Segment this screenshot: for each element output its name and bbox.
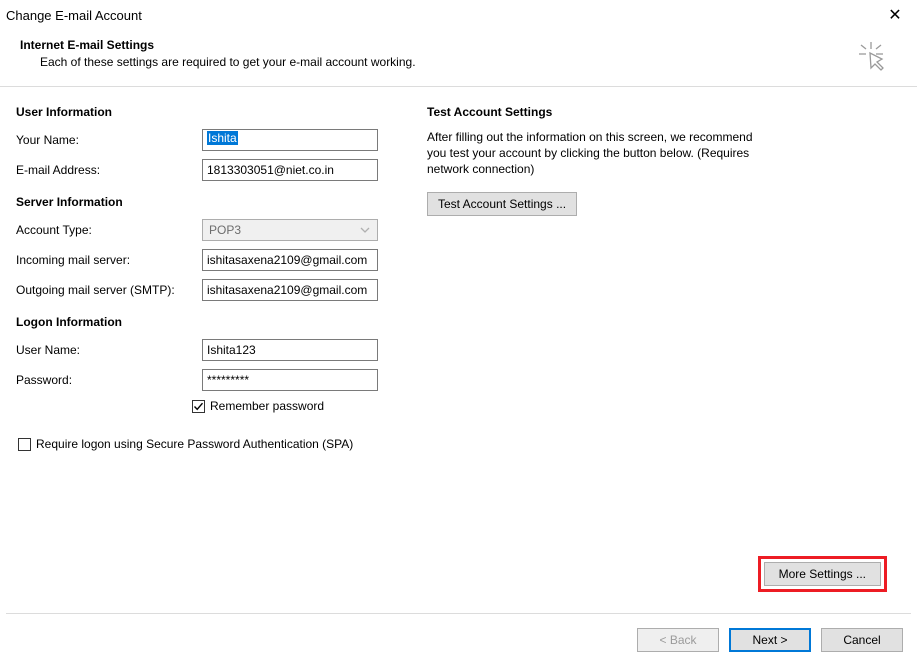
- section-user-information: User Information: [16, 105, 421, 119]
- label-spa: Require logon using Secure Password Auth…: [36, 437, 353, 451]
- header-title: Internet E-mail Settings: [20, 38, 416, 52]
- label-your-name: Your Name:: [16, 133, 202, 147]
- input-incoming-server[interactable]: [202, 249, 378, 271]
- back-button: < Back: [637, 628, 719, 652]
- more-settings-button[interactable]: More Settings ...: [764, 562, 881, 586]
- label-incoming-server: Incoming mail server:: [16, 253, 202, 267]
- select-account-type-value: POP3: [209, 223, 241, 237]
- header: Internet E-mail Settings Each of these s…: [0, 30, 917, 86]
- checkbox-spa[interactable]: [18, 438, 31, 451]
- label-account-type: Account Type:: [16, 223, 202, 237]
- input-username[interactable]: [202, 339, 378, 361]
- test-description: After filling out the information on thi…: [427, 129, 757, 178]
- label-password: Password:: [16, 373, 202, 387]
- input-password[interactable]: [202, 369, 378, 391]
- label-username: User Name:: [16, 343, 202, 357]
- section-logon-information: Logon Information: [16, 315, 421, 329]
- section-server-information: Server Information: [16, 195, 421, 209]
- more-settings-highlight: More Settings ...: [758, 556, 887, 592]
- select-account-type: POP3: [202, 219, 378, 241]
- cancel-button[interactable]: Cancel: [821, 628, 903, 652]
- window-title: Change E-mail Account: [6, 8, 142, 23]
- window-titlebar: Change E-mail Account ✕: [0, 0, 917, 30]
- section-test-account-settings: Test Account Settings: [427, 105, 861, 119]
- next-button[interactable]: Next >: [729, 628, 811, 652]
- input-email-address[interactable]: [202, 159, 378, 181]
- label-outgoing-server: Outgoing mail server (SMTP):: [16, 283, 202, 297]
- input-outgoing-server[interactable]: [202, 279, 378, 301]
- close-icon[interactable]: ✕: [881, 5, 909, 25]
- footer-separator: [6, 613, 911, 614]
- label-remember-password: Remember password: [210, 399, 324, 413]
- input-your-name[interactable]: Ishita: [202, 129, 378, 151]
- chevron-down-icon: [355, 220, 375, 240]
- wizard-star-cursor-icon: [857, 40, 889, 72]
- test-account-settings-button[interactable]: Test Account Settings ...: [427, 192, 577, 216]
- checkbox-remember-password[interactable]: [192, 400, 205, 413]
- wizard-button-bar: < Back Next > Cancel: [637, 628, 903, 652]
- label-email-address: E-mail Address:: [16, 163, 202, 177]
- header-subtitle: Each of these settings are required to g…: [20, 55, 416, 69]
